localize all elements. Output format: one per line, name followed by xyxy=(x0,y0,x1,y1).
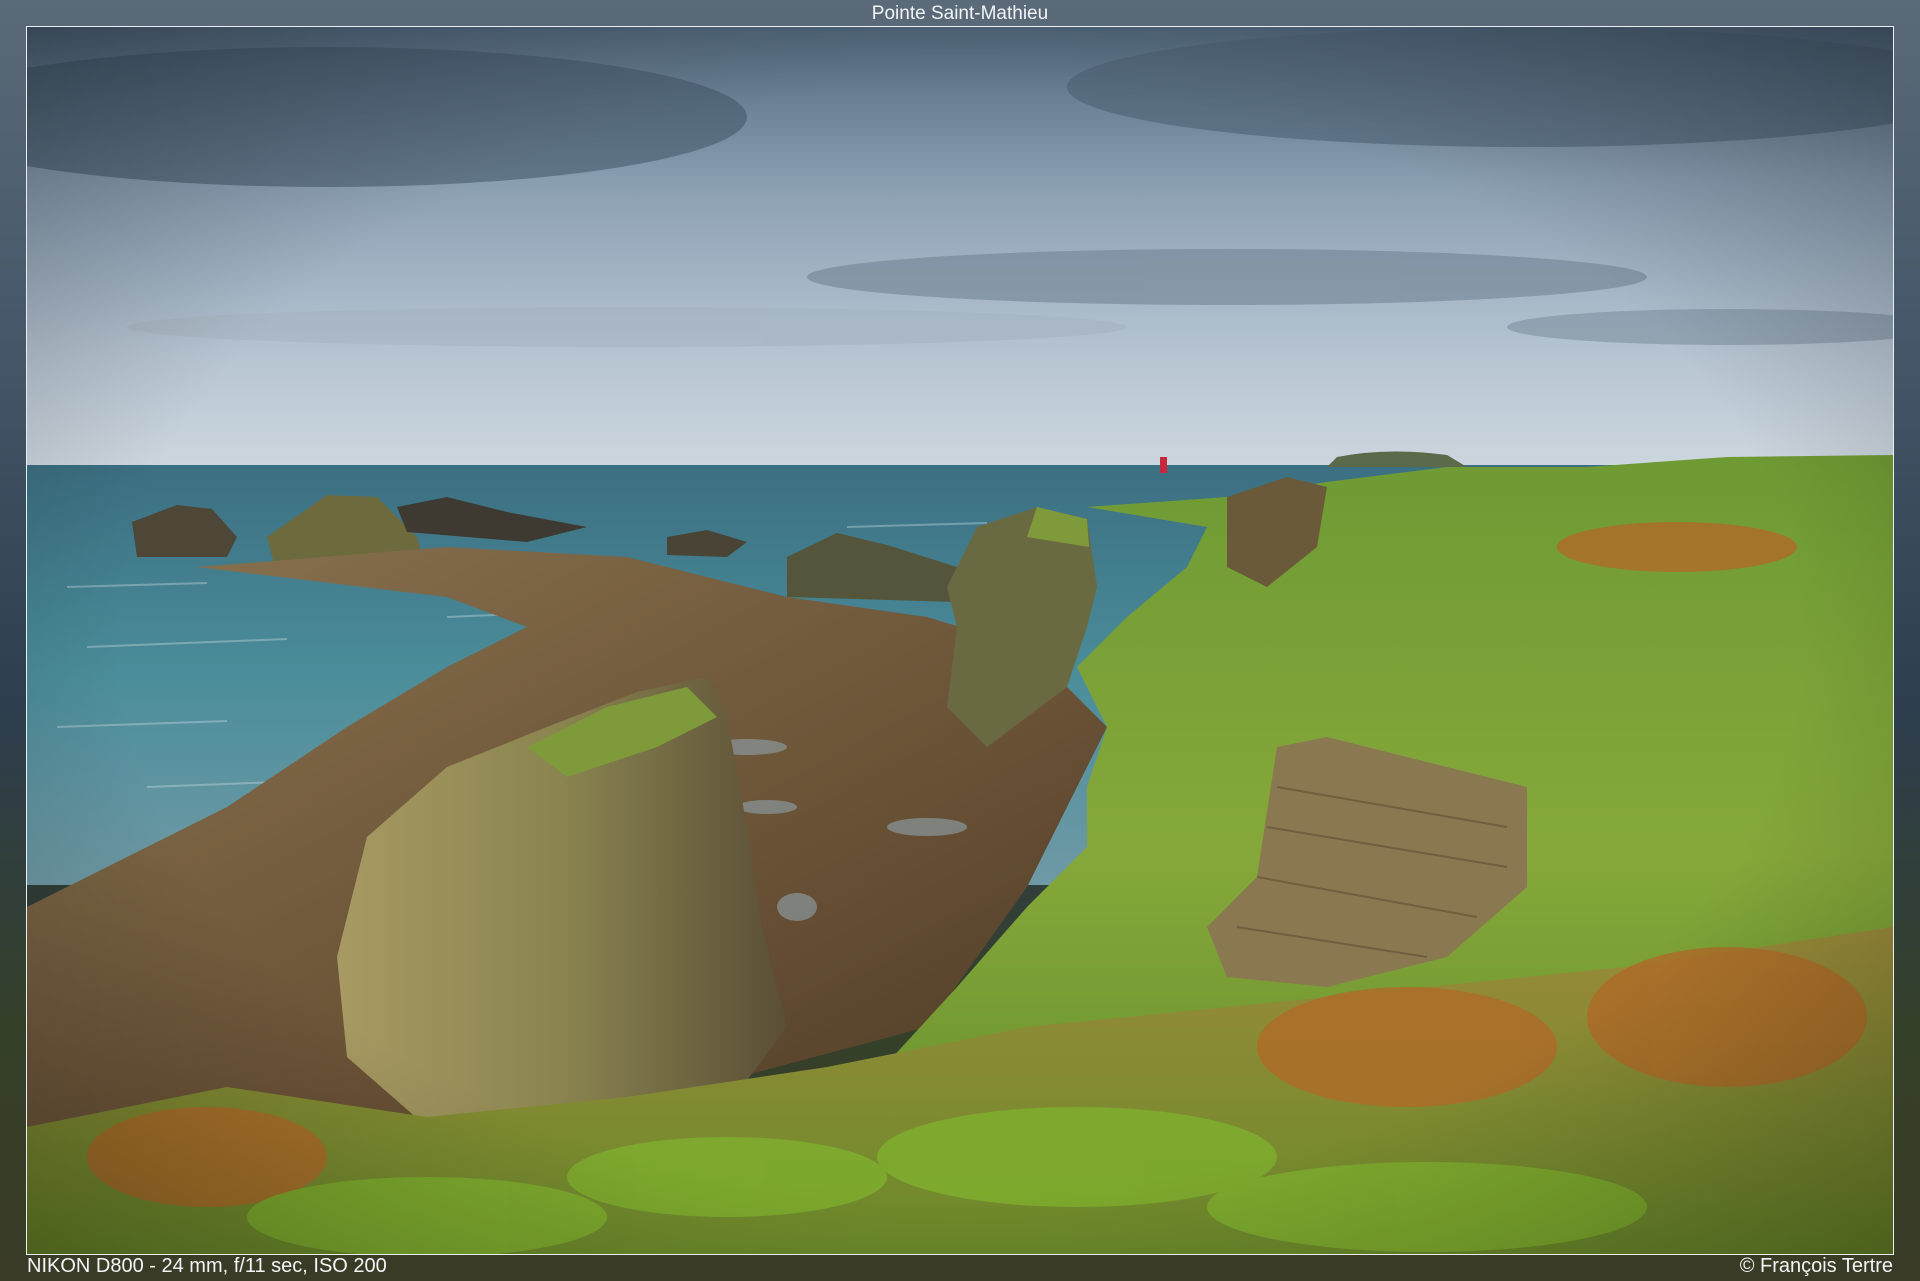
landscape-photo xyxy=(26,26,1894,1255)
coastal-landscape-illustration xyxy=(27,27,1893,1254)
copyright-credit: © François Tertre xyxy=(1739,1255,1893,1277)
photo-title: Pointe Saint-Mathieu xyxy=(871,3,1049,24)
exif-info: NIKON D800 - 24 mm, f/11 sec, ISO 200 xyxy=(27,1255,387,1277)
vignette xyxy=(27,27,1893,1254)
